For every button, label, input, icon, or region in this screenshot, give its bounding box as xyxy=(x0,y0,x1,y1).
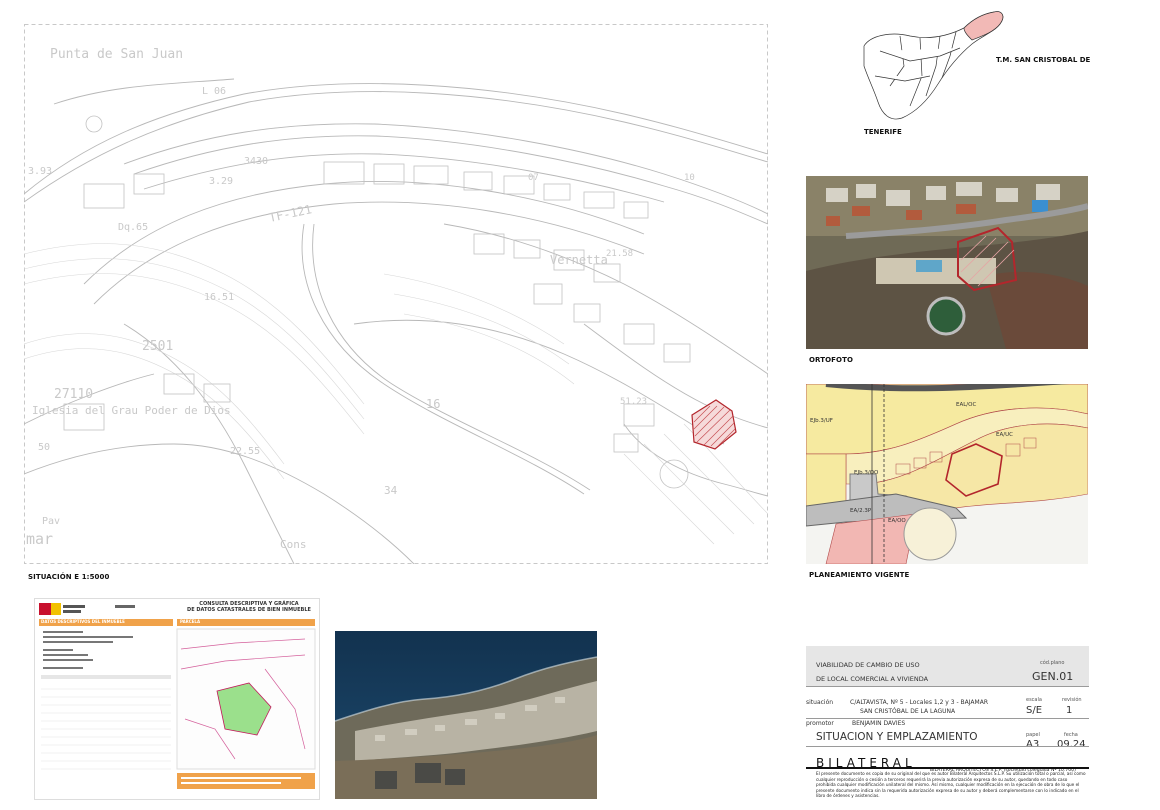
svg-text:Iglesia del Grau Poder de Dios: Iglesia del Grau Poder de Dios xyxy=(32,404,231,417)
svg-text:3430: 3430 xyxy=(244,156,268,167)
label-punta: Punta de San Juan xyxy=(50,47,183,62)
svg-text:Dq.65: Dq.65 xyxy=(118,222,148,233)
svg-text:16.51: 16.51 xyxy=(204,292,234,303)
svg-text:Vernetta: Vernetta xyxy=(550,253,608,267)
sheet-title: SITUACION Y EMPLAZAMIENTO xyxy=(816,731,978,743)
tenerife-inset: T.M. SAN CRISTOBAL DE LA LAGUNA TENERIFE xyxy=(860,6,1138,141)
svg-text:EJb.3/OO: EJb.3/OO xyxy=(854,470,879,476)
caption-planeamiento: PLANEAMIENTO VIGENTE xyxy=(809,571,910,579)
caption-situacion: SITUACIÓN E 1:5000 xyxy=(28,573,110,581)
caption-ortofoto: ORTOFOTO xyxy=(809,356,854,364)
cadastral-sheet: CONSULTA DESCRIPTIVA Y GRÁFICA DE DATOS … xyxy=(34,598,320,800)
municipality-label: T.M. SAN CRISTOBAL DE LA LAGUNA xyxy=(996,56,1090,64)
cadastral-section-1: DATOS DESCRIPTIVOS DEL INMUEBLE xyxy=(41,619,125,624)
svg-text:2501: 2501 xyxy=(142,339,173,354)
svg-text:3.29: 3.29 xyxy=(209,176,233,187)
title-block: VIABILIDAD DE CAMBIO DE USO DE LOCAL COM… xyxy=(806,646,1089,806)
revision-value: 1 xyxy=(1066,705,1073,716)
cadastral-section-2: PARCELA xyxy=(180,619,201,624)
fecha-value: 09.24 xyxy=(1057,739,1086,750)
svg-text:3.93: 3.93 xyxy=(28,166,52,177)
situacion-label: situación xyxy=(806,699,834,706)
svg-text:51.23: 51.23 xyxy=(620,397,647,407)
plan-code: GEN.01 xyxy=(1032,670,1074,683)
svg-text:50: 50 xyxy=(38,442,50,453)
svg-text:mar: mar xyxy=(26,530,53,548)
svg-text:21.58: 21.58 xyxy=(606,249,633,259)
svg-text:EA/UC: EA/UC xyxy=(996,432,1013,438)
svg-text:27110: 27110 xyxy=(54,387,93,402)
svg-text:22.55: 22.55 xyxy=(230,446,260,457)
situation-map: Punta de San Juan L 06 3430 3.29 3.93 TF… xyxy=(23,24,769,565)
zoning-plan: EJb.3/UF EAL/OC EA/UC EJb.3/OO EA/2.3P E… xyxy=(805,377,1089,565)
svg-text:16: 16 xyxy=(426,397,440,411)
orthophoto xyxy=(806,176,1089,349)
svg-text:L 06: L 06 xyxy=(202,86,226,97)
cadastral-title-2: DE DATOS CATASTRALES DE BIEN INMUEBLE xyxy=(187,607,311,613)
svg-text:Cons: Cons xyxy=(280,538,307,551)
svg-text:EA/2.3P: EA/2.3P xyxy=(850,508,872,514)
svg-text:EA/OO: EA/OO xyxy=(888,518,906,524)
aerial-photo xyxy=(334,631,598,799)
svg-text:Pav: Pav xyxy=(42,516,60,527)
svg-text:EJb.3/UF: EJb.3/UF xyxy=(810,418,833,424)
papel-value: A3 xyxy=(1026,739,1040,750)
svg-text:07: 07 xyxy=(528,173,539,183)
svg-text:EAL/OC: EAL/OC xyxy=(956,402,976,408)
island-label: TENERIFE xyxy=(864,128,902,136)
project-line-2: DE LOCAL COMERCIAL A VIVIENDA xyxy=(816,675,929,683)
escala-value: S/E xyxy=(1026,705,1043,716)
svg-text:10: 10 xyxy=(684,173,695,183)
legal-notice: El presente documento es copia de su ori… xyxy=(816,771,1086,799)
svg-text:34: 34 xyxy=(384,484,398,497)
